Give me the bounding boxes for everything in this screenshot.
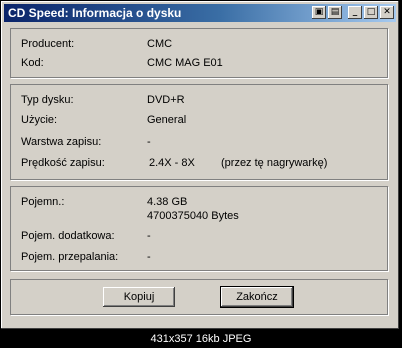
info-icon[interactable]: ▣	[312, 6, 326, 19]
minimize-icon[interactable]: _	[348, 6, 362, 19]
button-bar: Kopiuj Zakończ	[10, 279, 388, 315]
close-icon[interactable]: ✕	[380, 6, 394, 19]
producer-label: Producent:	[21, 38, 75, 50]
capacity-gb-value: 4.38 GB	[147, 196, 188, 208]
disc-info-window: CD Speed: Informacja o dysku ▣ ▤ _ □ ✕ P…	[1, 1, 399, 329]
image-caption: 431x357 16kb JPEG	[150, 333, 252, 345]
layer-label: Warstwa zapisu:	[21, 136, 102, 148]
disc-type-value: DVD+R	[147, 94, 185, 106]
disc-type-label: Typ dysku:	[21, 94, 74, 106]
window-title: CD Speed: Informacja o dysku	[8, 6, 182, 20]
usage-label: Użycie:	[21, 114, 58, 126]
title-bar[interactable]: CD Speed: Informacja o dysku ▣ ▤ _ □ ✕	[4, 4, 396, 22]
producer-value: CMC	[147, 38, 173, 50]
capacity-group: Pojemn.: 4.38 GB 4700375040 Bytes Pojem.…	[10, 186, 388, 271]
capacity-bytes-value: 4700375040 Bytes	[147, 210, 239, 222]
disc-group: Producent: CMC Kod: CMC MAG E01	[10, 28, 388, 78]
close-button[interactable]: Zakończ	[220, 286, 294, 308]
code-value: CMC MAG E01	[147, 57, 223, 69]
usage-value: General	[147, 114, 187, 126]
write-speed-value: 2.4X - 8X	[149, 157, 195, 169]
overburn-capacity-value: -	[147, 251, 151, 263]
write-speed-label: Prędkość zapisu:	[21, 157, 105, 169]
copy-button[interactable]: Kopiuj	[103, 287, 175, 307]
format-group: Typ dysku: DVD+R Użycie: General Warstwa…	[10, 84, 388, 180]
layer-value: -	[147, 136, 151, 148]
extra-capacity-label: Pojem. dodatkowa:	[21, 230, 115, 242]
title-buttons: ▣ ▤ _ □ ✕	[312, 6, 394, 20]
extra-capacity-value: -	[147, 230, 151, 242]
maximize-icon[interactable]: □	[364, 6, 378, 19]
write-speed-note: (przez tę nagrywarkę)	[221, 157, 328, 169]
code-label: Kod:	[21, 57, 44, 69]
save-icon[interactable]: ▤	[328, 6, 342, 19]
capacity-label: Pojemn.:	[21, 196, 65, 208]
overburn-capacity-label: Pojem. przepalania:	[21, 251, 119, 263]
